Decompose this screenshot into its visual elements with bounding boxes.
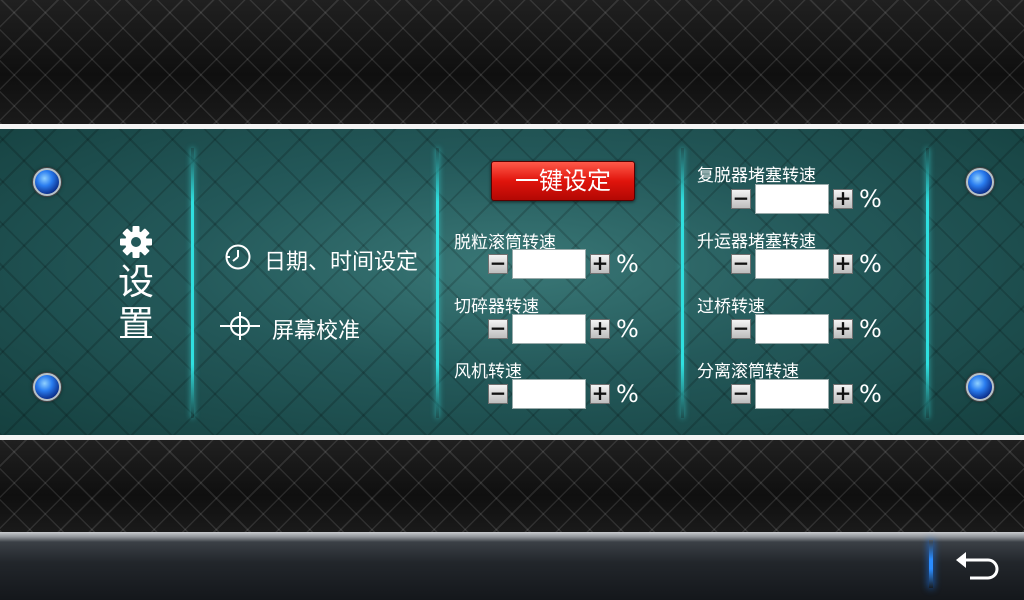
settings-title-char-1: 设 bbox=[117, 262, 154, 303]
decrement-button[interactable]: − bbox=[731, 188, 751, 209]
stepper-fan: − + % bbox=[488, 379, 639, 409]
menu-item-screen-calibration-label: 屏幕校准 bbox=[272, 319, 361, 344]
led-indicator-top-left bbox=[33, 168, 61, 196]
clock-icon bbox=[224, 243, 252, 277]
percent-unit: % bbox=[859, 250, 882, 278]
decrement-button[interactable]: − bbox=[488, 318, 508, 339]
stepper-rethresher-blockage: − + % bbox=[731, 184, 882, 214]
column-divider-3 bbox=[681, 148, 684, 418]
gear-icon bbox=[119, 225, 153, 259]
increment-button[interactable]: + bbox=[590, 383, 610, 404]
param-label-rethresher-blockage: 复脱器堵塞转速 bbox=[697, 166, 816, 186]
separation-drum-speed-input[interactable] bbox=[755, 379, 829, 409]
increment-button[interactable]: + bbox=[590, 318, 610, 339]
column-divider-2 bbox=[436, 148, 439, 418]
back-button[interactable] bbox=[952, 548, 1004, 584]
column-divider-1 bbox=[191, 148, 194, 418]
chopper-speed-input[interactable] bbox=[512, 314, 586, 344]
return-arrow-icon bbox=[956, 552, 999, 580]
led-indicator-bottom-right bbox=[966, 373, 994, 401]
menu-item-datetime[interactable]: 日期、时间设定 bbox=[224, 243, 418, 277]
feeder-speed-input[interactable] bbox=[755, 314, 829, 344]
menu-item-screen-calibration[interactable]: 屏幕校准 bbox=[220, 310, 360, 348]
rethresher-blockage-speed-input[interactable] bbox=[755, 184, 829, 214]
bottom-pattern-band bbox=[0, 440, 1024, 532]
increment-button[interactable]: + bbox=[833, 383, 853, 404]
crosshair-icon bbox=[220, 310, 260, 348]
increment-button[interactable]: + bbox=[833, 253, 853, 274]
settings-title-char-2: 置 bbox=[117, 304, 154, 345]
percent-unit: % bbox=[616, 380, 639, 408]
top-pattern-band bbox=[0, 0, 1024, 124]
threshing-drum-speed-input[interactable] bbox=[512, 249, 586, 279]
menu-item-datetime-label: 日期、时间设定 bbox=[264, 250, 419, 275]
increment-button[interactable]: + bbox=[590, 253, 610, 274]
increment-button[interactable]: + bbox=[833, 188, 853, 209]
percent-unit: % bbox=[859, 185, 882, 213]
decrement-button[interactable]: − bbox=[488, 253, 508, 274]
footer-bar bbox=[0, 532, 1024, 600]
stepper-threshing-drum: − + % bbox=[488, 249, 639, 279]
decrement-button[interactable]: − bbox=[731, 318, 751, 339]
elevator-blockage-speed-input[interactable] bbox=[755, 249, 829, 279]
percent-unit: % bbox=[616, 315, 639, 343]
stepper-separation-drum: − + % bbox=[731, 379, 882, 409]
percent-unit: % bbox=[616, 250, 639, 278]
column-divider-4 bbox=[926, 148, 929, 418]
led-indicator-bottom-left bbox=[33, 373, 61, 401]
fan-speed-input[interactable] bbox=[512, 379, 586, 409]
footer-glow-accent bbox=[929, 540, 933, 588]
settings-title: 设 置 bbox=[116, 262, 156, 346]
decrement-button[interactable]: − bbox=[488, 383, 508, 404]
percent-unit: % bbox=[859, 315, 882, 343]
percent-unit: % bbox=[859, 380, 882, 408]
one-key-setup-button[interactable]: 一键设定 bbox=[491, 161, 635, 201]
led-indicator-top-right bbox=[966, 168, 994, 196]
stepper-feeder: − + % bbox=[731, 314, 882, 344]
stepper-elevator-blockage: − + % bbox=[731, 249, 882, 279]
decrement-button[interactable]: − bbox=[731, 383, 751, 404]
stepper-chopper: − + % bbox=[488, 314, 639, 344]
increment-button[interactable]: + bbox=[833, 318, 853, 339]
decrement-button[interactable]: − bbox=[731, 253, 751, 274]
